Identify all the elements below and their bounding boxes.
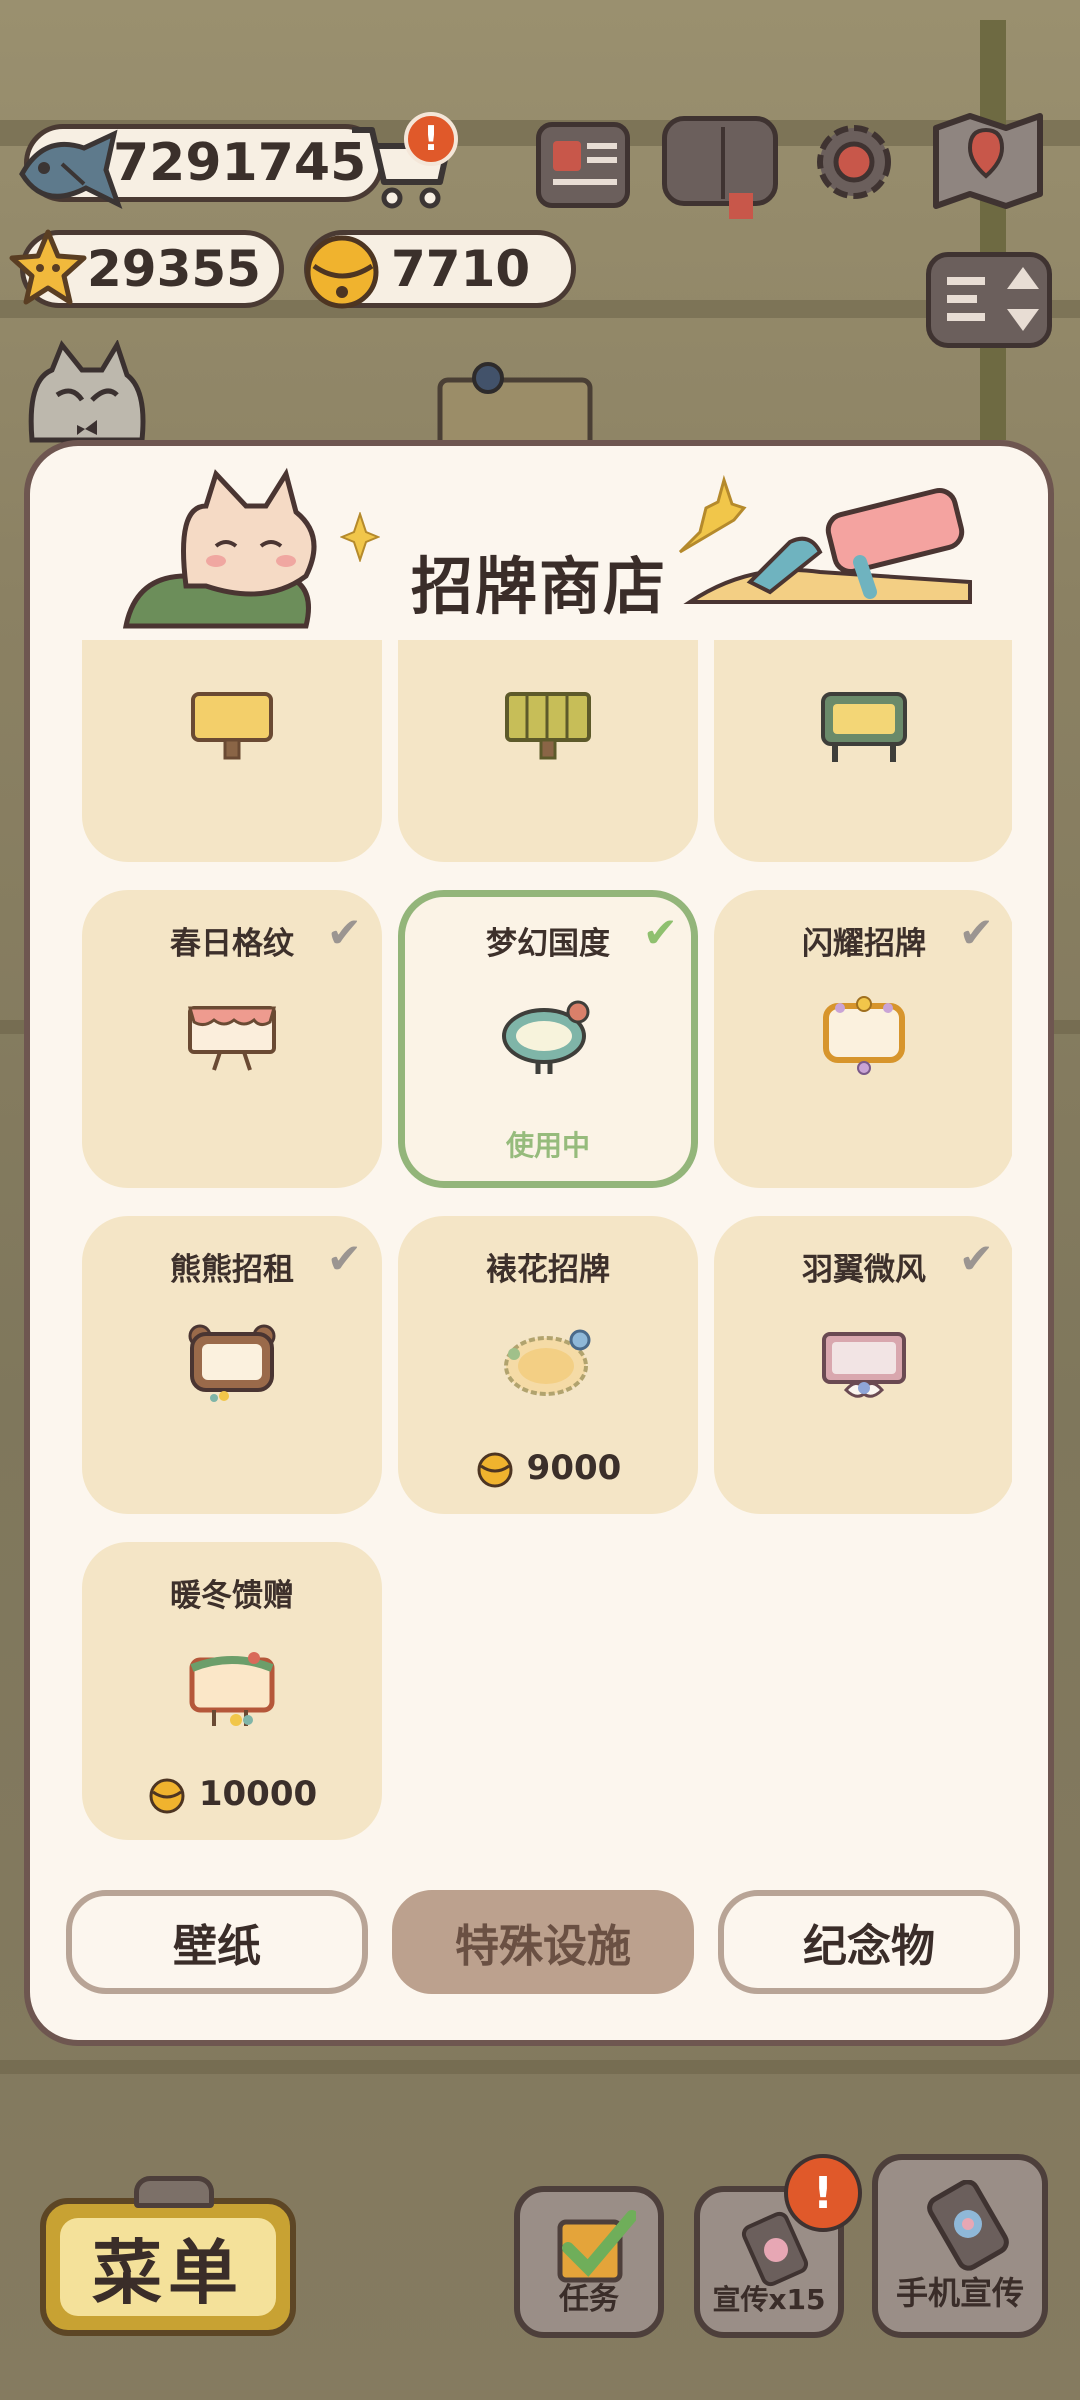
framed-sign-icon [821, 692, 907, 762]
album-icon[interactable] [662, 116, 778, 219]
menu-button[interactable]: 菜单 [40, 2176, 296, 2336]
fish-count: 7291745 [113, 133, 367, 193]
owned-check-icon: ✔ [642, 908, 678, 957]
dreamland-sign-icon [502, 1000, 590, 1074]
map-icon[interactable] [930, 110, 1048, 210]
clipboard-clip-icon [134, 2176, 214, 2208]
signboard-card[interactable] [714, 640, 1012, 862]
wooden-sign-icon [191, 692, 273, 760]
menu-label: 菜单 [60, 2218, 276, 2316]
owned-check-icon: ✔ [326, 1234, 362, 1283]
promote-alert-badge: ! [784, 2154, 862, 2232]
bell-icon [149, 1778, 185, 1814]
bell-count: 7710 [391, 240, 531, 298]
price-value: 10000 [198, 1774, 318, 1814]
sort-toggle-icon[interactable] [926, 252, 1052, 348]
note-board-icon [437, 362, 593, 450]
newspaper-icon[interactable] [536, 122, 630, 208]
shop-category-tabs: 壁纸 特殊设施 纪念物 [30, 1890, 1048, 1994]
signboard-card[interactable]: 裱花招牌 9000 [398, 1216, 698, 1514]
signboard-item-grid: 春日格纹 ✔ 梦幻国度 ✔ 使用中 闪耀招牌 ✔ 熊熊招租 ✔ 裱花招牌 900… [82, 640, 1012, 1870]
shop-title: 招牌商店 [410, 550, 667, 623]
bear-sign-icon [188, 1324, 276, 1402]
task-check-icon [557, 2210, 636, 2283]
in-use-status: 使用中 [505, 1129, 590, 1162]
price-tag: 9000 [398, 1448, 698, 1488]
signboard-card[interactable]: 熊熊招租 ✔ [82, 1216, 382, 1514]
price-tag: 10000 [82, 1774, 382, 1814]
frosting-sign-icon [504, 1329, 591, 1396]
sparkle-sign-icon [823, 996, 905, 1075]
spring-plaid-sign-icon [188, 1006, 276, 1071]
signboard-name: 裱花招牌 [486, 1252, 610, 1288]
signboard-shop-panel: 招牌商店 春日格纹 ✔ 梦幻国度 ✔ 使用中 闪耀招牌 ✔ 熊熊招租 ✔ 裱花招… [24, 440, 1054, 2046]
cat-peeking-icon [28, 340, 146, 443]
owned-check-icon: ✔ [958, 1234, 994, 1283]
wing-breeze-sign-icon [822, 1332, 906, 1398]
cart-alert-badge: ! [404, 112, 458, 166]
star-icon [9, 229, 87, 305]
signboard-name: 暖冬馈赠 [170, 1578, 294, 1614]
fish-icon [19, 129, 123, 210]
signboard-card[interactable]: 闪耀招牌 ✔ [714, 890, 1012, 1188]
signboard-card[interactable]: 暖冬馈赠 10000 [82, 1542, 382, 1840]
signboard-card[interactable]: 春日格纹 ✔ [82, 890, 382, 1188]
signboard-card[interactable]: 羽翼微风 ✔ [714, 1216, 1012, 1514]
bell-icon [305, 235, 379, 309]
bell-icon [477, 1452, 513, 1488]
phone-promote-label: 手机宣传 [895, 2274, 1024, 2312]
tasks-button[interactable]: 任务 [514, 2186, 664, 2338]
owned-check-icon: ✔ [958, 908, 994, 957]
warm-winter-sign-icon [189, 1652, 275, 1726]
signboard-card[interactable] [82, 640, 382, 862]
phone-promote-button[interactable]: 手机宣传 [872, 2154, 1048, 2338]
price-value: 9000 [526, 1448, 622, 1488]
phone-promo-icon [927, 2180, 1009, 2271]
tab-souvenir[interactable]: 纪念物 [718, 1890, 1020, 1994]
settings-gear-icon[interactable] [806, 114, 902, 210]
owned-check-icon: ✔ [326, 908, 362, 957]
signboard-card[interactable] [398, 640, 698, 862]
signboard-card-in-use[interactable]: 梦幻国度 ✔ 使用中 [398, 890, 698, 1188]
tab-special-facility[interactable]: 特殊设施 [392, 1890, 694, 1994]
tab-wallpaper[interactable]: 壁纸 [66, 1890, 368, 1994]
bamboo-sign-icon [505, 692, 591, 760]
star-count: 29355 [87, 240, 261, 298]
